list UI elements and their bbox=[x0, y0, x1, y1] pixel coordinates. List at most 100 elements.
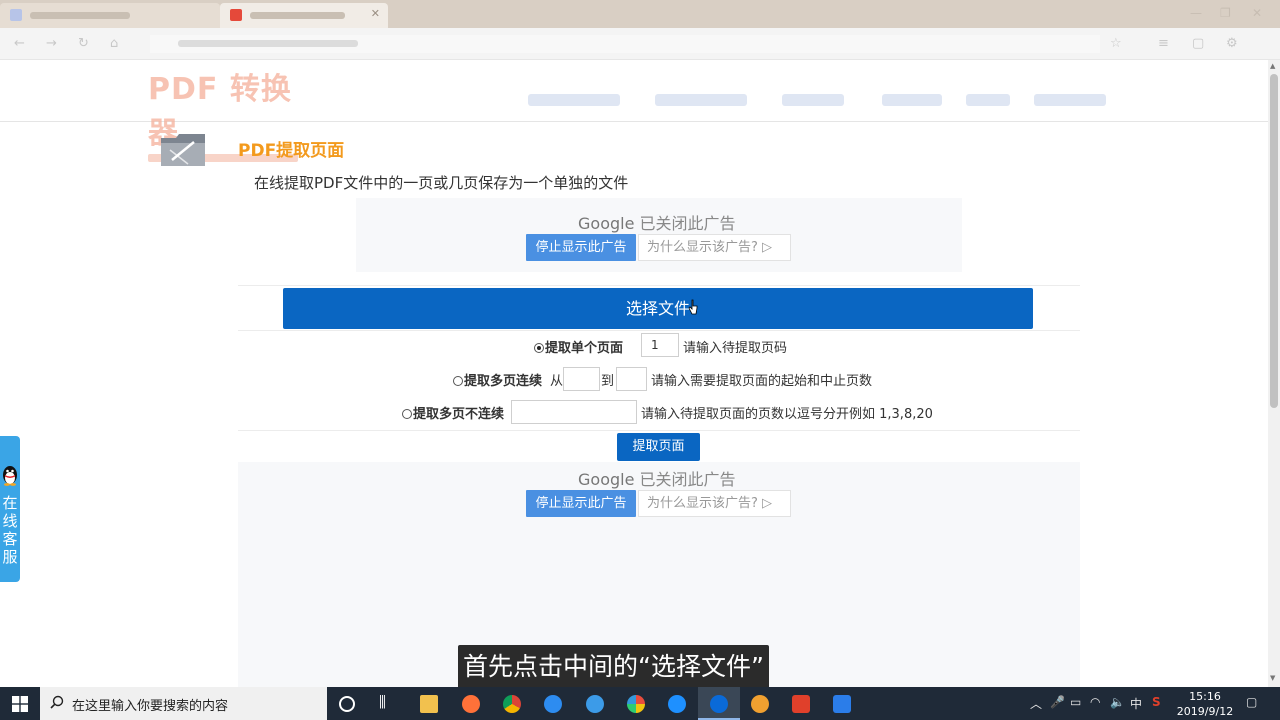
play-triangle-icon: ▷ bbox=[762, 496, 773, 511]
scroll-up-icon[interactable]: ▲ bbox=[1270, 62, 1275, 70]
why-ad-button[interactable]: 为什么显示该广告? ▷ bbox=[638, 490, 791, 517]
refresh-icon[interactable]: ↻ bbox=[78, 36, 89, 51]
close-window-icon[interactable]: ✕ bbox=[1252, 6, 1262, 20]
wifi-icon[interactable]: ◠ bbox=[1090, 695, 1100, 709]
wps-writer-icon[interactable] bbox=[833, 695, 851, 713]
menu-icon[interactable]: ≡ bbox=[1158, 36, 1169, 51]
site-logo[interactable]: PDF 转换器 bbox=[148, 64, 308, 162]
url-input[interactable] bbox=[150, 35, 1100, 53]
nav-item-blurred[interactable] bbox=[782, 94, 844, 106]
browser-tab-active[interactable]: ✕ bbox=[220, 3, 388, 28]
sogou-ime-icon[interactable]: S bbox=[1152, 695, 1161, 709]
file-explorer-icon[interactable] bbox=[420, 695, 438, 713]
stop-ad-button[interactable]: 停止显示此广告 bbox=[526, 490, 636, 517]
forward-icon[interactable]: → bbox=[46, 36, 57, 51]
taskbar-clock[interactable]: 15:16 2019/9/12 bbox=[1176, 689, 1234, 719]
scroll-down-icon[interactable]: ▼ bbox=[1270, 674, 1275, 682]
option-range-label: 提取多页连续 bbox=[464, 374, 543, 389]
extension-icon[interactable]: ▢ bbox=[1192, 36, 1204, 51]
why-ad-label: 为什么显示该广告? bbox=[647, 496, 758, 511]
windows-start-icon[interactable] bbox=[12, 696, 28, 712]
option-range-pages[interactable]: 提取多页连续 bbox=[453, 370, 542, 389]
scrollbar-thumb[interactable] bbox=[1270, 74, 1278, 408]
range-to-input[interactable] bbox=[616, 367, 647, 391]
online-service-label: 在线客服 bbox=[2, 494, 18, 566]
tab-title-blurred bbox=[30, 12, 130, 19]
url-text-blurred bbox=[178, 40, 358, 47]
taskbar-search-box[interactable]: 在这里输入你要搜索的内容 bbox=[40, 687, 327, 720]
extract-pages-button[interactable]: 提取页面 bbox=[617, 433, 700, 461]
single-page-hint: 请输入待提取页码 bbox=[683, 341, 788, 356]
tab-title-blurred bbox=[250, 12, 345, 19]
nav-item-blurred[interactable] bbox=[882, 94, 942, 106]
360-browser-icon[interactable] bbox=[627, 695, 645, 713]
online-service-tab[interactable]: 在线客服 bbox=[0, 436, 20, 582]
choose-file-button[interactable]: 选择文件 bbox=[283, 288, 1033, 329]
search-placeholder: 在这里输入你要搜索的内容 bbox=[72, 699, 229, 714]
radio-single-page[interactable] bbox=[534, 343, 544, 353]
ad-closed-label: Google 已关闭此广告 bbox=[578, 466, 736, 490]
multi-pages-input[interactable] bbox=[511, 400, 637, 424]
google-text: Google bbox=[578, 470, 635, 489]
video-subtitle: 首先点击中间的“选择文件” bbox=[458, 645, 769, 689]
nav-item-blurred[interactable] bbox=[655, 94, 747, 106]
home-icon[interactable]: ⌂ bbox=[110, 36, 118, 51]
tab-favicon-icon bbox=[230, 9, 242, 21]
firefox-icon[interactable] bbox=[462, 695, 480, 713]
clock-time: 15:16 bbox=[1189, 690, 1221, 703]
page-scrollbar[interactable]: ▲ ▼ bbox=[1268, 60, 1280, 687]
divider bbox=[238, 430, 1080, 431]
play-triangle-icon: ▷ bbox=[762, 240, 773, 255]
star-icon[interactable]: ☆ bbox=[1110, 36, 1122, 51]
ad-closed-text: 已关闭此广告 bbox=[639, 470, 736, 489]
windows-taskbar: 在这里输入你要搜索的内容 ⫼ ︿ 🎤 ▭ ◠ 🔈 中 S 15:16 2019/… bbox=[0, 687, 1280, 720]
tray-expand-icon[interactable]: ︿ bbox=[1030, 695, 1042, 712]
uc-browser-icon[interactable] bbox=[751, 695, 769, 713]
microphone-icon[interactable]: 🎤 bbox=[1050, 695, 1065, 709]
active-app-indicator[interactable] bbox=[698, 687, 740, 720]
site-header: PDF 转换器 bbox=[0, 60, 1268, 162]
radio-range-pages[interactable] bbox=[453, 376, 463, 386]
search-icon bbox=[50, 695, 64, 709]
stop-ad-button[interactable]: 停止显示此广告 bbox=[526, 234, 636, 261]
nav-item-blurred[interactable] bbox=[528, 94, 620, 106]
multi-pages-hint: 请输入待提取页面的页数以逗号分开例如 1,3,8,20 bbox=[641, 407, 933, 422]
ad-closed-text: 已关闭此广告 bbox=[639, 214, 736, 233]
browser-tab[interactable] bbox=[0, 3, 220, 28]
qq-penguin-icon bbox=[3, 466, 17, 486]
option-single-page[interactable]: 提取单个页面 bbox=[534, 337, 623, 356]
qq-browser-icon[interactable] bbox=[544, 695, 562, 713]
range-from-input[interactable] bbox=[563, 367, 600, 391]
nav-item-blurred[interactable] bbox=[966, 94, 1010, 106]
range-pages-hint: 请输入需要提取页面的起始和中止页数 bbox=[651, 374, 873, 389]
nav-item-blurred[interactable] bbox=[1034, 94, 1106, 106]
tab-close-icon[interactable]: ✕ bbox=[371, 7, 380, 20]
task-view-icon[interactable]: ⫼ bbox=[379, 693, 386, 711]
address-bar-area: ← → ↻ ⌂ ☆ ≡ ▢ ⚙ bbox=[0, 28, 1280, 60]
volume-icon[interactable]: 🔈 bbox=[1110, 695, 1125, 709]
maximize-icon[interactable]: ❐ bbox=[1220, 6, 1231, 20]
ime-indicator[interactable]: 中 bbox=[1130, 695, 1142, 712]
notification-icon[interactable]: ▢ bbox=[1246, 695, 1257, 709]
browser-tab-bar: ✕ — ❐ ✕ bbox=[0, 0, 1280, 28]
folder-icon bbox=[161, 134, 205, 166]
settings-icon[interactable]: ⚙ bbox=[1226, 36, 1238, 51]
radio-multi-pages[interactable] bbox=[402, 409, 412, 419]
back-icon[interactable]: ← bbox=[14, 36, 25, 51]
option-multi-pages[interactable]: 提取多页不连续 bbox=[402, 403, 504, 422]
option-single-label: 提取单个页面 bbox=[545, 341, 624, 356]
minimize-icon[interactable]: — bbox=[1190, 6, 1202, 20]
cortana-icon[interactable] bbox=[339, 696, 355, 712]
sogou-browser-icon[interactable] bbox=[586, 695, 604, 713]
wps-icon[interactable] bbox=[792, 695, 810, 713]
chrome-icon[interactable] bbox=[503, 695, 521, 713]
battery-icon[interactable]: ▭ bbox=[1070, 695, 1081, 709]
clock-date: 2019/9/12 bbox=[1176, 705, 1234, 718]
page-description: 在线提取PDF文件中的一页或几页保存为一个单独的文件 bbox=[254, 174, 629, 192]
google-text: Google bbox=[578, 214, 635, 233]
page-title: PDF提取页面 bbox=[238, 141, 345, 161]
why-ad-button[interactable]: 为什么显示该广告? ▷ bbox=[638, 234, 791, 261]
ie-browser-icon[interactable] bbox=[668, 695, 686, 713]
single-page-input[interactable]: 1 bbox=[641, 333, 679, 357]
mouse-cursor-icon bbox=[688, 299, 698, 315]
